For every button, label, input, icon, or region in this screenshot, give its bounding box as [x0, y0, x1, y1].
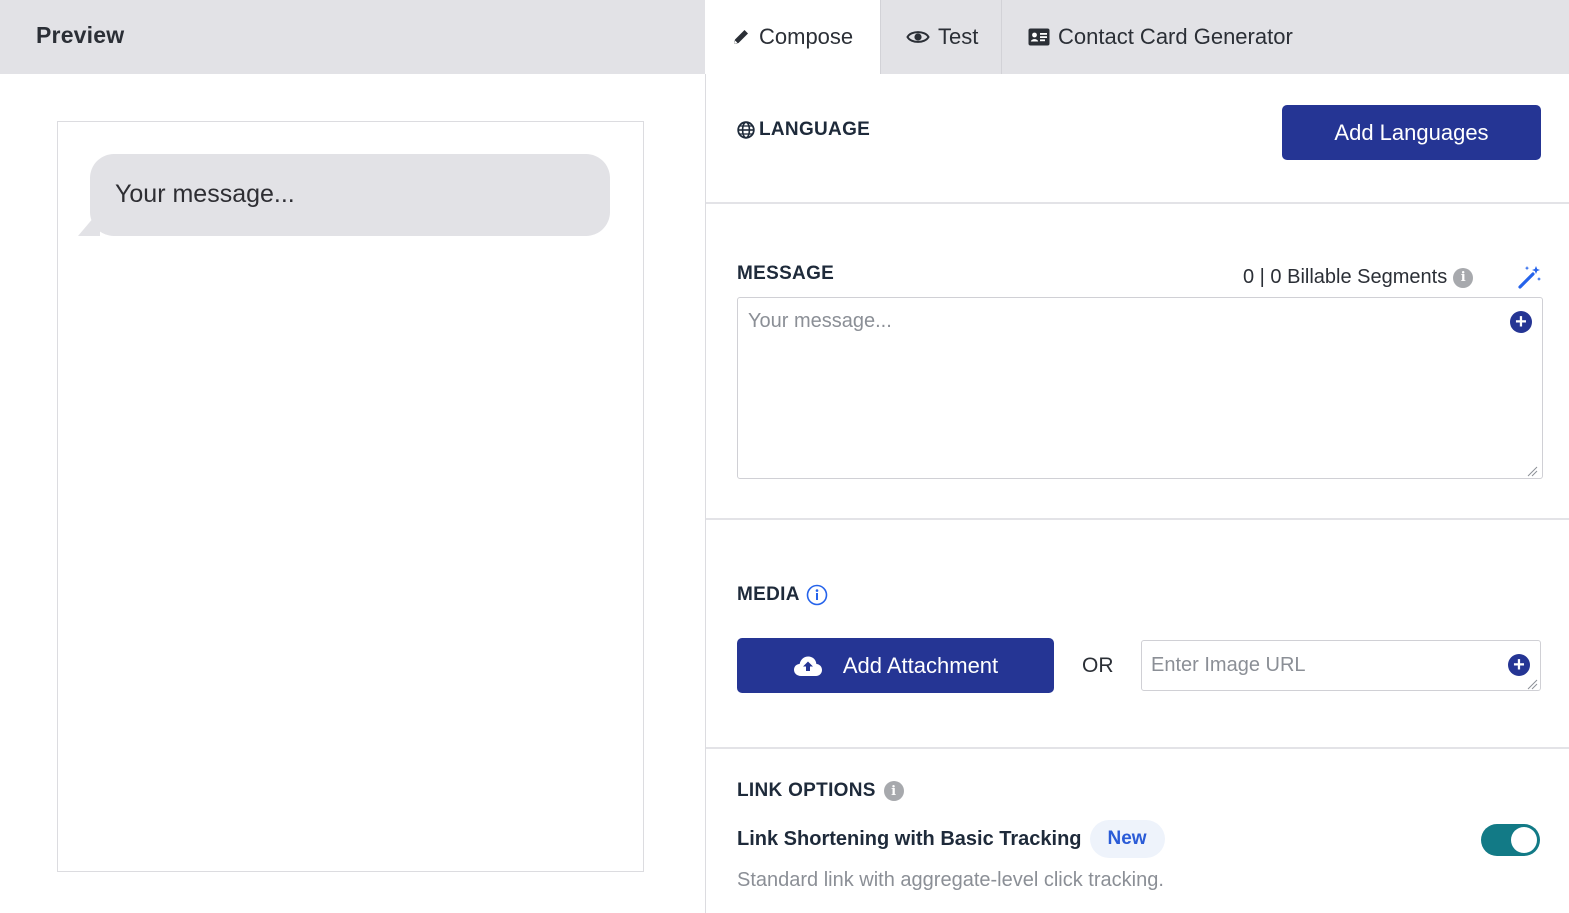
tabs-bar: Compose Test Contact Card Generator [705, 0, 1569, 74]
preview-pane: Preview Your message... [0, 0, 705, 913]
add-languages-button[interactable]: Add Languages [1282, 105, 1541, 160]
language-section-label: LANGUAGE [737, 119, 870, 141]
section-divider [706, 518, 1569, 520]
language-label-text: LANGUAGE [759, 119, 871, 140]
globe-icon [737, 121, 755, 139]
info-icon[interactable]: i [1453, 267, 1474, 288]
message-label-text: MESSAGE [737, 263, 835, 284]
resize-handle-icon[interactable] [1526, 677, 1538, 690]
message-bubble: Your message... [90, 154, 610, 236]
link-shortening-toggle[interactable] [1481, 824, 1540, 856]
tab-compose-label: Compose [759, 24, 854, 49]
link-shortening-description: Standard link with aggregate-level click… [737, 869, 1164, 891]
pane-divider [705, 74, 706, 913]
resize-handle-icon[interactable] [1526, 464, 1538, 477]
toggle-knob [1511, 827, 1537, 853]
eye-icon [906, 28, 930, 46]
message-textarea[interactable]: Your message... + [737, 297, 1543, 479]
add-attachment-button[interactable]: Add Attachment [737, 638, 1054, 693]
tab-test-label: Test [938, 24, 979, 49]
preview-title: Preview [36, 22, 125, 48]
tab-contact-card-generator[interactable]: Contact Card Generator [1001, 0, 1569, 74]
tab-test[interactable]: Test [880, 0, 1001, 74]
cloud-upload-icon [793, 655, 823, 677]
message-placeholder: Your message... [748, 310, 892, 332]
link-options-label-text: LINK OPTIONS [737, 780, 876, 801]
add-languages-label: Add Languages [1334, 119, 1489, 145]
section-divider [706, 747, 1569, 749]
pencil-icon [731, 27, 751, 47]
or-separator: OR [1082, 654, 1114, 677]
tab-compose[interactable]: Compose [705, 0, 880, 74]
image-url-placeholder: Enter Image URL [1151, 654, 1306, 676]
image-url-input[interactable]: Enter Image URL + [1141, 640, 1541, 691]
billable-segments-text: 0 | 0 Billable Segments [1243, 266, 1448, 288]
bubble-text: Your message... [115, 180, 295, 208]
info-icon[interactable]: i [883, 781, 904, 801]
contact-card-icon [1028, 28, 1050, 46]
tab-contact-card-generator-label: Contact Card Generator [1058, 24, 1293, 49]
preview-header: Preview [0, 0, 705, 74]
magic-wand-icon[interactable] [1517, 264, 1543, 290]
insert-plus-icon[interactable]: + [1510, 311, 1532, 333]
media-section-label: MEDIA [737, 584, 828, 606]
link-shortening-title: Link Shortening with Basic Tracking New [737, 820, 1165, 858]
billable-segments: 0 | 0 Billable Segments i [1243, 266, 1474, 289]
media-label-text: MEDIA [737, 584, 800, 605]
link-shortening-title-text: Link Shortening with Basic Tracking [737, 827, 1082, 850]
info-outline-icon[interactable] [806, 584, 828, 606]
new-badge: New [1089, 820, 1165, 858]
add-attachment-label: Add Attachment [842, 652, 999, 678]
link-options-section-label: LINK OPTIONS i [737, 780, 904, 802]
message-preview-frame: Your message... [57, 121, 644, 872]
insert-plus-icon[interactable]: + [1508, 654, 1530, 676]
section-divider [706, 202, 1569, 204]
message-section-label: MESSAGE [737, 263, 834, 285]
